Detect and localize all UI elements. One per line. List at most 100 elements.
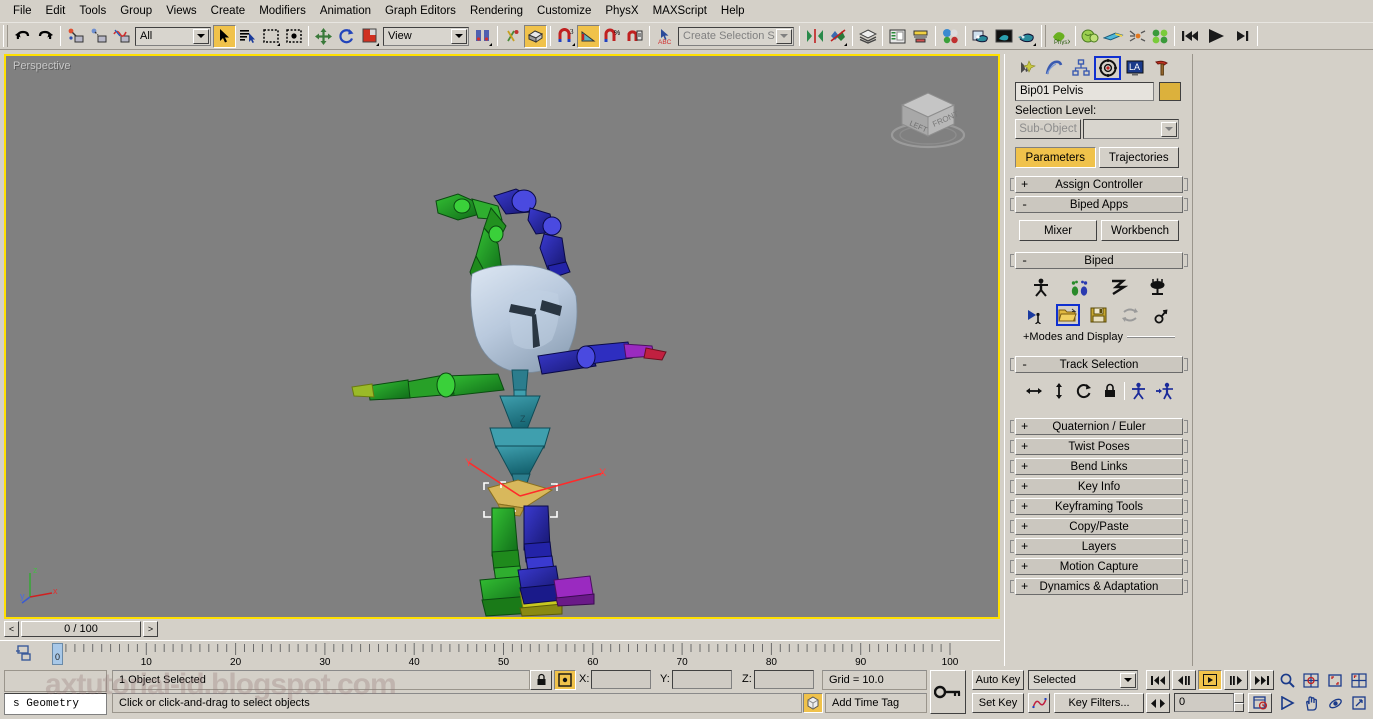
absolute-relative-transform-toggle[interactable] — [554, 670, 576, 690]
menu-item-edit[interactable]: Edit — [39, 2, 73, 20]
menu-item-physx[interactable]: PhysX — [598, 2, 645, 20]
zoom-extents-button[interactable] — [1324, 670, 1346, 690]
play-animation-nav-button[interactable] — [1198, 670, 1222, 690]
chevron-down-icon[interactable] — [1120, 672, 1136, 688]
zoom-button[interactable] — [1276, 670, 1298, 690]
rollout-header-biped[interactable]: - Biped — [1015, 252, 1183, 269]
reference-coordinate-system-combo[interactable]: View — [383, 26, 469, 46]
save-file-icon[interactable] — [1087, 304, 1111, 326]
rollout-header-track-selection[interactable]: - Track Selection — [1015, 356, 1183, 373]
select-by-name-button[interactable] — [236, 25, 259, 48]
time-slider-track[interactable] — [158, 621, 1000, 637]
snaps-toggle-button[interactable]: 3 — [554, 25, 577, 48]
angle-snap-toggle-button[interactable] — [577, 24, 600, 48]
spinner-snap-toggle-button[interactable] — [623, 25, 646, 48]
rollout-header-keyframing-tools[interactable]: + Keyframing Tools — [1015, 498, 1183, 515]
symmetrical-tracks-icon[interactable] — [1127, 380, 1151, 402]
footstep-mode-icon[interactable] — [1068, 276, 1092, 298]
go-to-start-button[interactable] — [1178, 25, 1201, 48]
rollout-biped-apps[interactable]: - Biped Apps Mixer Workbench — [1010, 196, 1188, 249]
redo-button[interactable] — [34, 25, 57, 48]
rollout-motion-capture[interactable]: + Motion Capture — [1010, 558, 1188, 575]
track-bar-key-icon[interactable] — [14, 643, 48, 665]
load-file-icon[interactable] — [1055, 304, 1080, 326]
next-frame-arrow[interactable]: > — [143, 621, 158, 637]
reactor-button[interactable] — [1079, 25, 1102, 48]
rollout-header-key-info[interactable]: + Key Info — [1015, 478, 1183, 495]
parameters-button[interactable]: Parameters — [1015, 147, 1096, 168]
select-and-uniform-scale-button[interactable] — [358, 25, 381, 48]
align-button[interactable] — [826, 25, 849, 48]
pan-view-button[interactable] — [1300, 693, 1322, 713]
menu-item-create[interactable]: Create — [204, 2, 253, 20]
schematic-view-button[interactable] — [909, 25, 932, 48]
keyboard-shortcut-override-button[interactable] — [524, 24, 547, 48]
next-frame-button[interactable] — [1224, 670, 1248, 690]
selection-lock-toggle[interactable] — [530, 670, 552, 690]
menu-item-tools[interactable]: Tools — [72, 2, 113, 20]
light-lister-button[interactable] — [1125, 25, 1148, 48]
window-crossing-toggle-button[interactable] — [282, 25, 305, 48]
rollout-dynamics-adaptation[interactable]: + Dynamics & Adaptation — [1010, 578, 1188, 595]
menu-item-help[interactable]: Help — [714, 2, 752, 20]
key-mode-toggle-nav-button[interactable] — [1146, 693, 1170, 713]
rollout-header-copy-paste[interactable]: + Copy/Paste — [1015, 518, 1183, 535]
convert-icon[interactable] — [1118, 304, 1142, 326]
move-all-mode-icon[interactable] — [1149, 304, 1173, 326]
mixer-mode-icon[interactable] — [1146, 276, 1170, 298]
named-selection-set-combo[interactable]: Create Selection Set — [678, 26, 794, 46]
body-horizontal-icon[interactable] — [1022, 380, 1046, 402]
play-animation-button[interactable] — [1201, 25, 1231, 48]
rollout-header-layers[interactable]: + Layers — [1015, 538, 1183, 555]
select-and-rotate-button[interactable] — [335, 25, 358, 48]
chevron-down-icon[interactable] — [451, 28, 467, 44]
render-setup-button[interactable] — [969, 25, 992, 48]
motion-tab[interactable] — [1094, 56, 1121, 80]
particle-flow-button[interactable] — [1102, 25, 1125, 48]
body-rotation-icon[interactable] — [1073, 380, 1097, 402]
zoom-all-button[interactable] — [1300, 670, 1322, 690]
menu-item-maxscript[interactable]: MAXScript — [646, 2, 714, 20]
current-frame-field[interactable]: 0 — [1174, 693, 1234, 712]
set-key-button[interactable]: Set Key — [972, 693, 1024, 713]
coord-z-field[interactable] — [754, 670, 814, 689]
object-color-swatch[interactable] — [1159, 82, 1181, 101]
coord-x-field[interactable] — [591, 670, 651, 689]
mixer-button[interactable]: Mixer — [1019, 220, 1097, 241]
curve-editor-button[interactable] — [886, 25, 909, 48]
key-mode-toggle-button[interactable] — [930, 670, 966, 714]
time-tag-icon[interactable] — [803, 693, 823, 713]
toolbar-grip[interactable] — [3, 25, 8, 47]
frame-spinner[interactable] — [1234, 693, 1244, 712]
perspective-viewport[interactable]: Perspective LEFT FRONT z x y Z X Y — [4, 54, 1000, 619]
key-filters-button[interactable]: Key Filters... — [1054, 693, 1144, 713]
rollout-layers[interactable]: + Layers — [1010, 538, 1188, 555]
select-object-button[interactable] — [213, 24, 236, 48]
select-and-link-button[interactable] — [64, 25, 87, 48]
menu-item-views[interactable]: Views — [159, 2, 203, 20]
workbench-button[interactable]: Workbench — [1101, 220, 1179, 241]
rollout-header-assign-controller[interactable]: + Assign Controller — [1015, 176, 1183, 193]
selection-filter-combo[interactable]: All — [135, 26, 211, 46]
create-tab[interactable] — [1013, 56, 1040, 80]
key-selection-mode-combo[interactable]: Selected — [1028, 670, 1138, 690]
rollout-assign-controller[interactable]: + Assign Controller — [1010, 176, 1188, 193]
lock-com-keying-icon[interactable] — [1098, 380, 1122, 402]
menu-item-rendering[interactable]: Rendering — [463, 2, 530, 20]
rollout-header-biped-apps[interactable]: - Biped Apps — [1015, 196, 1183, 213]
timeline-ruler[interactable]: 10 20 30 40 50 60 70 80 90 100 — [0, 641, 1000, 667]
zoom-extents-all-button[interactable] — [1348, 670, 1370, 690]
rollout-header-twist-poses[interactable]: + Twist Poses — [1015, 438, 1183, 455]
figure-mode-icon[interactable] — [1029, 276, 1053, 298]
rollout-keyframing-tools[interactable]: + Keyframing Tools — [1010, 498, 1188, 515]
time-slider-handle[interactable]: 0 / 100 — [21, 621, 141, 637]
hierarchy-tab[interactable] — [1067, 56, 1094, 80]
spheres-button[interactable] — [1148, 25, 1171, 48]
select-and-move-button[interactable] — [312, 25, 335, 48]
utilities-tab[interactable] — [1148, 56, 1175, 80]
chevron-down-icon[interactable] — [776, 28, 792, 44]
layer-manager-button[interactable] — [856, 25, 879, 48]
use-pivot-point-center-button[interactable] — [471, 25, 494, 48]
body-vertical-icon[interactable] — [1047, 380, 1071, 402]
menu-item-animation[interactable]: Animation — [313, 2, 378, 20]
